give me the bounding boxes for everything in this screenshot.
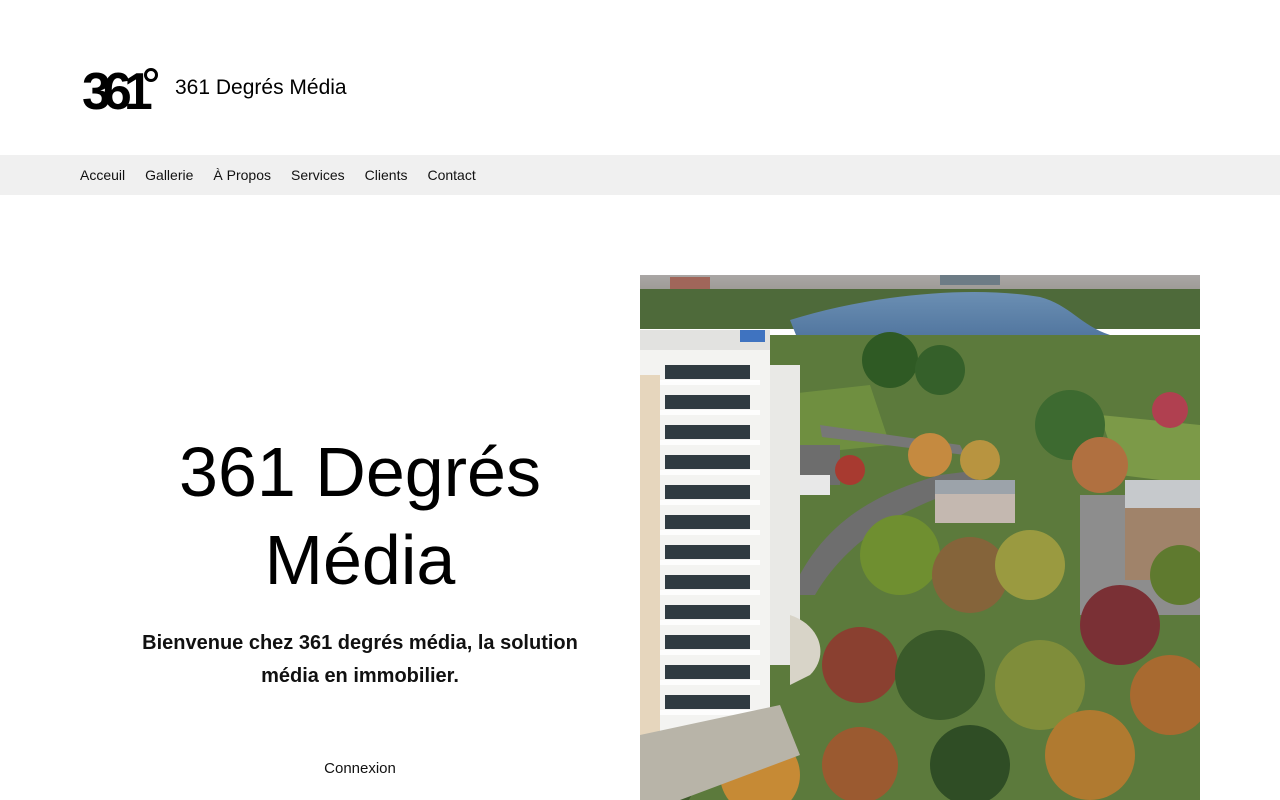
nav-item-gallerie[interactable]: Gallerie [145, 167, 193, 183]
hero-title: 361 Degrés Média [80, 428, 640, 604]
hero-title-line2: Média [264, 521, 456, 599]
svg-text:361: 361 [82, 66, 152, 110]
main-nav: Acceuil Gallerie À Propos Services Clien… [0, 155, 1280, 195]
login-link[interactable]: Connexion [80, 760, 640, 777]
logo-361-icon[interactable]: 361 [82, 66, 158, 110]
hero-text-section: 361 Degrés Média Bienvenue chez 361 degr… [80, 275, 640, 800]
site-header: 361 361 Degrés Média [0, 0, 1280, 155]
hero-title-line1: 361 Degrés [179, 433, 541, 511]
hero-photo [640, 275, 1200, 800]
site-title[interactable]: 361 Degrés Média [175, 76, 347, 100]
nav-item-contact[interactable]: Contact [427, 167, 475, 183]
nav-item-services[interactable]: Services [291, 167, 345, 183]
nav-item-a-propos[interactable]: À Propos [213, 167, 271, 183]
hero-subtitle: Bienvenue chez 361 degrés média, la solu… [142, 632, 578, 687]
aerial-photo-illustration [640, 275, 1200, 800]
nav-item-acceuil[interactable]: Acceuil [80, 167, 125, 183]
nav-item-clients[interactable]: Clients [365, 167, 408, 183]
